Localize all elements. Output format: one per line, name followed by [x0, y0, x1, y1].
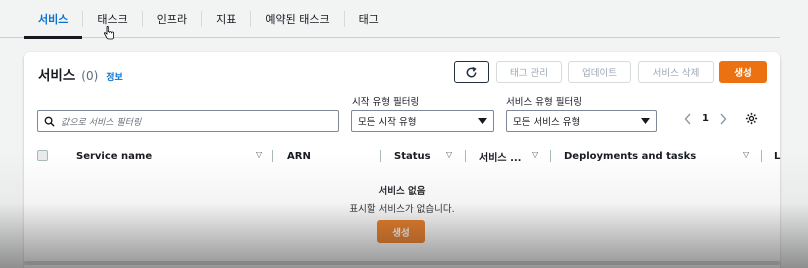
tab-bar: 서비스 태스크 인프라 지표 예약된 태스크 태그 [0, 0, 780, 39]
column-last[interactable]: L [774, 144, 780, 168]
column-status[interactable]: Status [394, 144, 431, 168]
horizontal-scrollbar[interactable] [24, 261, 780, 265]
sort-caret-icon[interactable]: ▽ [256, 150, 262, 159]
service-type-filter-label: 서비스 유형 필터링 [506, 97, 582, 108]
tab-tags[interactable]: 태그 [345, 0, 393, 38]
gear-icon[interactable] [745, 112, 758, 125]
column-divider[interactable] [380, 150, 381, 162]
empty-state-create-button[interactable]: 생성 [377, 220, 425, 243]
column-service-name[interactable]: Service name [76, 144, 152, 168]
chevron-right-icon[interactable] [719, 113, 727, 125]
panel-title: 서비스 [38, 68, 76, 84]
table-header: Service name ▽ ARN Status ▽ 서비스 ... ▽ De… [24, 144, 780, 168]
search-icon [44, 116, 55, 127]
sort-caret-icon[interactable]: ▽ [743, 150, 749, 159]
tab-services[interactable]: 서비스 [24, 0, 83, 39]
pagination: 1 [684, 112, 758, 125]
tab-infrastructure[interactable]: 인프라 [143, 0, 201, 38]
search-input[interactable]: 값으로 서비스 필터링 [37, 110, 339, 132]
sort-caret-icon[interactable]: ▽ [446, 150, 452, 159]
column-deployments-tasks[interactable]: Deployments and tasks [564, 144, 696, 168]
panel-header: 서비스 (0) 정보 [38, 64, 123, 84]
page-number[interactable]: 1 [702, 113, 709, 124]
launch-type-filter-label: 시작 유형 필터링 [352, 97, 420, 108]
sort-caret-icon[interactable]: ▽ [532, 150, 538, 159]
launch-type-select[interactable]: 모든 시작 유형 [351, 110, 494, 132]
column-service-type[interactable]: 서비스 ... [479, 144, 521, 168]
services-panel: 서비스 (0) 정보 태그 관리 업데이트 서비스 삭제 생성 시작 유형 필터… [24, 52, 780, 268]
hand-cursor-icon [104, 26, 114, 40]
info-link[interactable]: 정보 [106, 70, 123, 83]
tab-scheduled-tasks[interactable]: 예약된 태스크 [251, 0, 343, 38]
column-divider[interactable] [465, 150, 466, 162]
create-button[interactable]: 생성 [719, 61, 767, 83]
delete-service-button[interactable]: 서비스 삭제 [638, 61, 714, 83]
caret-down-icon [641, 118, 650, 124]
service-type-value: 모든 서비스 유형 [513, 117, 581, 128]
manage-tags-button[interactable]: 태그 관리 [496, 61, 562, 83]
empty-state-description: 표시할 서비스가 없습니다. [349, 204, 455, 215]
column-arn[interactable]: ARN [287, 144, 311, 168]
service-type-select[interactable]: 모든 서비스 유형 [506, 110, 657, 132]
update-button[interactable]: 업데이트 [568, 61, 631, 83]
column-divider[interactable] [761, 150, 762, 162]
empty-state-title: 서비스 없음 [378, 186, 426, 197]
service-count: (0) [81, 69, 99, 83]
refresh-icon [466, 66, 477, 77]
caret-down-icon [478, 118, 487, 124]
refresh-button[interactable] [454, 61, 489, 83]
search-placeholder: 값으로 서비스 필터링 [61, 117, 142, 128]
tab-metrics[interactable]: 지표 [202, 0, 250, 38]
launch-type-value: 모든 시작 유형 [358, 117, 417, 128]
column-divider[interactable] [272, 150, 273, 162]
column-divider[interactable] [550, 150, 551, 162]
chevron-left-icon[interactable] [684, 113, 692, 125]
